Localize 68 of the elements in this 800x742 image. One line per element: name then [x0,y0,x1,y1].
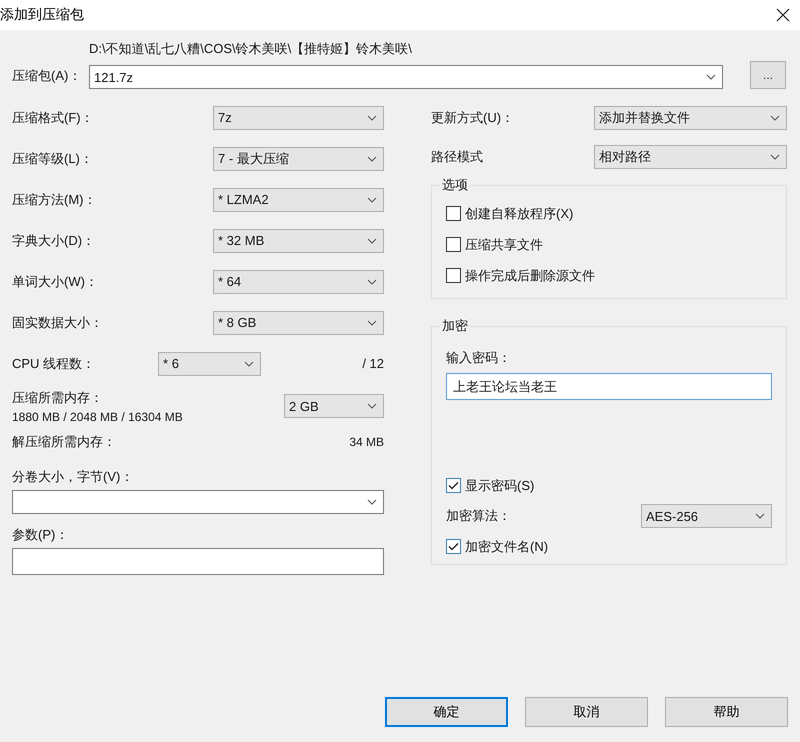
field-label: 压缩所需内存： [12,388,104,406]
chevron-down-icon [770,154,780,160]
field-label: 字典大小(D)： [12,232,96,250]
archive-name-combobox[interactable]: 121.7z [89,65,723,89]
close-icon[interactable] [776,8,790,22]
checkmark-icon [448,542,459,551]
chevron-down-icon [755,513,765,519]
chevron-down-icon [367,403,377,409]
field-label: 固实数据大小： [12,314,103,332]
archive-path: D:\不知道\乱七八糟\COS\铃木美咲\【推特姬】铃木美咲\ [89,40,413,58]
chevron-down-icon [706,74,716,80]
browse-button[interactable]: ... [750,61,786,89]
checkbox-label: 创建自释放程序(X) [465,204,574,222]
checkbox-label: 操作完成后删除源文件 [465,266,595,284]
field-label: 单词大小(W)： [12,272,98,290]
field-label: 压缩等级(L)： [12,150,93,168]
checkmark-icon [448,481,459,490]
field-label: 压缩包(A)： [12,67,82,85]
field-label: 输入密码： [446,349,512,367]
group-title: 加密 [441,317,469,335]
field-label: 路径模式 [431,148,483,166]
dropdown[interactable]: 添加并替换文件 [594,106,787,130]
field-label: CPU 线程数： [12,354,96,372]
volume-size-combobox[interactable] [12,490,384,514]
dropdown[interactable]: * LZMA2 [213,188,384,212]
field-label: 更新方式(U)： [431,108,514,126]
dropdown[interactable]: * 6 [158,352,262,376]
checkbox-label: 加密文件名(N) [465,538,548,556]
chevron-down-icon [367,320,377,326]
chevron-down-icon [367,114,377,120]
password-field[interactable]: 上老王论坛当老王 [446,373,772,400]
checkbox[interactable] [446,478,461,493]
dropdown[interactable]: 2 GB [284,394,384,418]
chevron-down-icon [367,238,377,244]
parameters-field[interactable] [12,548,384,575]
dropdown[interactable]: 相对路径 [594,145,787,169]
group-title: 选项 [441,176,469,194]
field-label: 加密算法： [446,507,511,525]
dropdown[interactable]: * 8 GB [213,310,384,334]
dialog-button[interactable]: 取消 [525,697,648,727]
memory-usage: 1880 MB / 2048 MB / 16304 MB [12,410,183,424]
checkbox-label: 显示密码(S) [465,476,534,494]
checkbox[interactable] [446,268,461,283]
dropdown[interactable]: * 64 [213,270,384,294]
chevron-down-icon [367,196,377,202]
checkbox[interactable] [446,237,461,252]
window-title: 添加到压缩包 [0,6,84,24]
dropdown[interactable]: * 32 MB [213,228,384,252]
chevron-down-icon [367,278,377,284]
dialog-button[interactable]: 确定 [385,697,508,727]
checkbox[interactable] [446,539,461,554]
checkbox-label: 压缩共享文件 [465,236,543,254]
chevron-down-icon [770,114,780,120]
field-label: 解压缩所需内存： [12,433,116,451]
field-label: 分卷大小，字节(V)： [12,468,134,486]
dialog-button[interactable]: 帮助 [665,697,788,727]
chevron-down-icon [244,360,254,366]
chevron-down-icon [367,499,377,505]
dropdown[interactable]: 7 - 最大压缩 [213,146,384,170]
dropdown[interactable]: AES-256 [641,504,772,528]
dropdown[interactable]: 7z [213,106,384,130]
memory-value: 34 MB [349,435,384,449]
field-label: 压缩格式(F)： [12,108,94,126]
checkbox[interactable] [446,206,461,221]
field-label: 参数(P)： [12,526,70,544]
thread-total: / 12 [361,356,384,371]
chevron-down-icon [367,156,377,162]
field-label: 压缩方法(M)： [12,190,96,208]
